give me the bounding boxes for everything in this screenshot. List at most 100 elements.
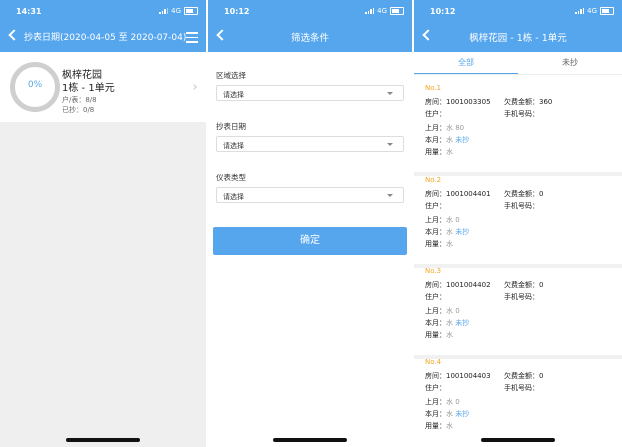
signal-bars-icon — [159, 8, 169, 14]
battery-icon — [184, 7, 198, 15]
meter-reading-list-screen: 14:31 4G 抄表日期(2020-04-05 至 2020-07-04) 0… — [0, 0, 206, 447]
usage-row: 用量：水 — [425, 147, 453, 157]
this-month-label: 本月： — [425, 228, 446, 236]
status-time: 10:12 — [224, 7, 250, 16]
network-type: 4G — [587, 7, 597, 15]
last-month-value: 水 0 — [446, 216, 460, 224]
page-title: 筛选条件 — [290, 33, 329, 44]
area-filter-label: 区域选择 — [216, 71, 246, 80]
tab-unread[interactable]: 未抄 — [518, 57, 622, 68]
this-month-row: 本月：水 未抄 — [425, 409, 469, 419]
status-bar: 10:12 4G — [414, 0, 622, 24]
status-bar: 10:12 4G — [208, 0, 412, 24]
signal-indicator: 4G — [365, 7, 404, 15]
meter-record[interactable]: No.4 房间：1001004403 欠费金额：0 住户： 手机号码： 上月：水… — [414, 358, 622, 446]
this-month-row: 本月：水 未抄 — [425, 227, 469, 237]
network-type: 4G — [171, 7, 181, 15]
unread-status: 未抄 — [455, 136, 470, 144]
home-indicator — [481, 438, 555, 442]
resident-label: 住户： — [425, 384, 446, 392]
home-indicator — [273, 438, 347, 442]
tab-bar: 全部 未抄 — [414, 52, 622, 75]
last-month-row: 上月：水 0 — [425, 215, 460, 225]
usage-label: 用量： — [425, 240, 446, 248]
usage-label: 用量： — [425, 422, 446, 430]
status-time: 14:31 — [16, 7, 42, 16]
nav-row: 枫梓花园 - 1栋 - 1单元 — [414, 28, 622, 50]
caret-down-icon — [387, 143, 393, 146]
last-month-label: 上月： — [425, 307, 446, 315]
this-month-type: 水 — [446, 410, 453, 418]
room-number: 房间：1001004401 — [425, 190, 491, 198]
meter-record[interactable]: No.3 房间：1001004402 欠费金额：0 住户： 手机号码： 上月：水… — [414, 267, 622, 359]
phone-label: 手机号码： — [504, 384, 539, 392]
record-number: No.2 — [425, 176, 442, 184]
this-month-label: 本月： — [425, 136, 446, 144]
building-card[interactable]: 0% 枫梓花园 1栋 - 1单元 户/表：8/8 已抄：0/8 — [0, 52, 206, 122]
nav-row: 抄表日期(2020-04-05 至 2020-07-04) — [0, 28, 206, 50]
confirm-button[interactable]: 确定 — [213, 227, 407, 255]
households-count: 户/表：8/8 — [62, 96, 97, 104]
back-arrow-icon[interactable] — [8, 29, 20, 41]
signal-bars-icon — [575, 8, 585, 14]
phone-label: 手机号码： — [504, 293, 539, 301]
owed-amount: 欠费金额：0 — [504, 190, 544, 198]
page-title: 抄表日期(2020-04-05 至 2020-07-04) — [24, 33, 187, 43]
phone-label: 手机号码： — [504, 110, 539, 118]
signal-bars-icon — [365, 8, 375, 14]
network-type: 4G — [377, 7, 387, 15]
area-select-value: 请选择 — [223, 91, 244, 99]
phone-label: 手机号码： — [504, 202, 539, 210]
status-time: 10:12 — [430, 7, 456, 16]
active-tab-indicator — [414, 72, 518, 74]
status-bar: 14:31 4G — [0, 0, 206, 24]
last-month-label: 上月： — [425, 216, 446, 224]
owed-amount: 欠费金额：360 — [504, 98, 553, 106]
meter-record[interactable]: No.1 房间：1001003305 欠费金额：360 住户： 手机号码： 上月… — [414, 84, 622, 176]
meter-record[interactable]: No.2 房间：1001004401 欠费金额：0 住户： 手机号码： 上月：水… — [414, 176, 622, 268]
this-month-type: 水 — [446, 228, 453, 236]
usage-row: 用量：水 — [425, 421, 453, 431]
this-month-row: 本月：水 未抄 — [425, 318, 469, 328]
last-month-label: 上月： — [425, 398, 446, 406]
meter-type-select[interactable]: 请选择 — [216, 187, 404, 203]
this-month-label: 本月： — [425, 319, 446, 327]
owed-amount: 欠费金额：0 — [504, 372, 544, 380]
resident-label: 住户： — [425, 202, 446, 210]
battery-icon — [390, 7, 404, 15]
usage-value: 水 — [446, 148, 453, 156]
unread-status: 未抄 — [455, 410, 470, 418]
unread-status: 未抄 — [455, 319, 470, 327]
filter-screen: 10:12 4G 筛选条件 区域选择 请选择 抄表日期 请选择 仪表类型 请选择… — [208, 0, 412, 447]
usage-value: 水 — [446, 331, 453, 339]
header-bar: 10:12 4G 枫梓花园 - 1栋 - 1单元 — [414, 0, 622, 52]
area-select[interactable]: 请选择 — [216, 85, 404, 101]
chevron-right-icon — [191, 84, 197, 90]
menu-icon[interactable] — [186, 32, 198, 46]
resident-label: 住户： — [425, 110, 446, 118]
room-number: 房间：1001003305 — [425, 98, 491, 106]
this-month-label: 本月： — [425, 410, 446, 418]
record-number: No.3 — [425, 267, 442, 275]
date-select-value: 请选择 — [223, 142, 244, 150]
signal-indicator: 4G — [575, 7, 614, 15]
meter-type-filter-label: 仪表类型 — [216, 173, 246, 182]
record-number: No.1 — [425, 84, 442, 92]
screenshot-collage: 14:31 4G 抄表日期(2020-04-05 至 2020-07-04) 0… — [0, 0, 622, 447]
battery-icon — [600, 7, 614, 15]
header-bar: 14:31 4G 抄表日期(2020-04-05 至 2020-07-04) — [0, 0, 206, 52]
unread-status: 未抄 — [455, 228, 470, 236]
progress-ring: 0% — [10, 62, 60, 112]
usage-row: 用量：水 — [425, 330, 453, 340]
last-month-value: 水 80 — [446, 124, 465, 132]
last-month-row: 上月：水 80 — [425, 123, 464, 133]
this-month-row: 本月：水 未抄 — [425, 135, 469, 145]
date-select[interactable]: 请选择 — [216, 136, 404, 152]
usage-value: 水 — [446, 422, 453, 430]
last-month-label: 上月： — [425, 124, 446, 132]
tab-all[interactable]: 全部 — [414, 57, 518, 68]
last-month-row: 上月：水 0 — [425, 306, 460, 316]
caret-down-icon — [387, 194, 393, 197]
last-month-value: 水 0 — [446, 307, 460, 315]
owed-amount: 欠费金额：0 — [504, 281, 544, 289]
